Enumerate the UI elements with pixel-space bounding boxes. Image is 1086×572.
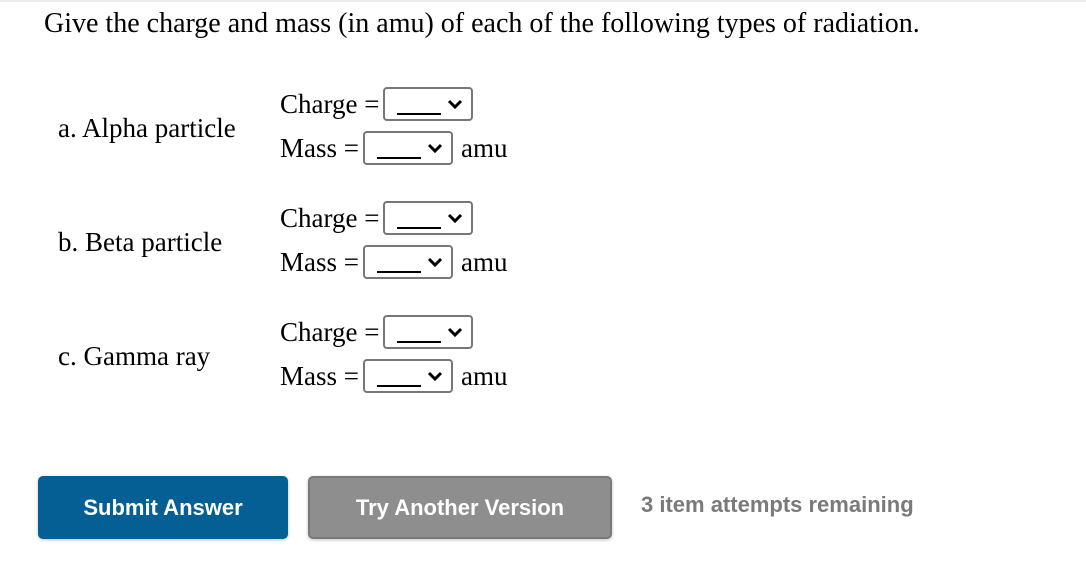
chevron-down-icon [448,213,463,224]
beta-mass-row: Mass = amu [280,244,507,280]
item-label-alpha: a. Alpha particle [58,113,236,143]
chevron-down-icon [427,143,443,154]
chevron-down-icon [427,371,443,382]
beta-mass-select[interactable] [362,245,453,279]
top-border [0,0,1086,2]
alpha-charge-row: Charge = [280,86,474,122]
blank-placeholder [376,157,421,159]
chevron-down-icon [448,99,463,110]
blank-placeholder [397,113,442,115]
gamma-charge-row: Charge = [280,314,474,350]
item-label-gamma: c. Gamma ray [58,341,211,371]
gamma-mass-select[interactable] [362,359,453,393]
mass-label: Mass = [280,246,359,277]
charge-label: Charge = [280,202,380,233]
blank-placeholder [376,385,421,387]
blank-placeholder [376,271,421,273]
chevron-down-icon [427,257,443,268]
beta-charge-row: Charge = [280,200,474,236]
unit-label: amu [460,360,508,391]
blank-placeholder [397,227,442,229]
unit-label: amu [460,132,508,163]
mass-label: Mass = [280,360,359,391]
gamma-mass-row: Mass = amu [280,358,507,394]
gamma-charge-select[interactable] [383,315,474,349]
blank-placeholder [397,341,442,343]
alpha-charge-select[interactable] [383,87,474,121]
item-label-beta: b. Beta particle [58,227,223,257]
chevron-down-icon [448,327,463,338]
question-text: Give the charge and mass (in amu) of eac… [44,8,920,39]
charge-label: Charge = [280,88,380,119]
attempts-remaining-text: 3 item attempts remaining [641,492,914,517]
unit-label: amu [460,246,508,277]
submit-answer-button[interactable]: Submit Answer [38,476,288,539]
mass-label: Mass = [280,132,359,163]
try-another-version-button[interactable]: Try Another Version [308,476,612,539]
alpha-mass-select[interactable] [362,131,453,165]
beta-charge-select[interactable] [383,201,474,235]
charge-label: Charge = [280,316,380,347]
alpha-mass-row: Mass = amu [280,130,507,166]
